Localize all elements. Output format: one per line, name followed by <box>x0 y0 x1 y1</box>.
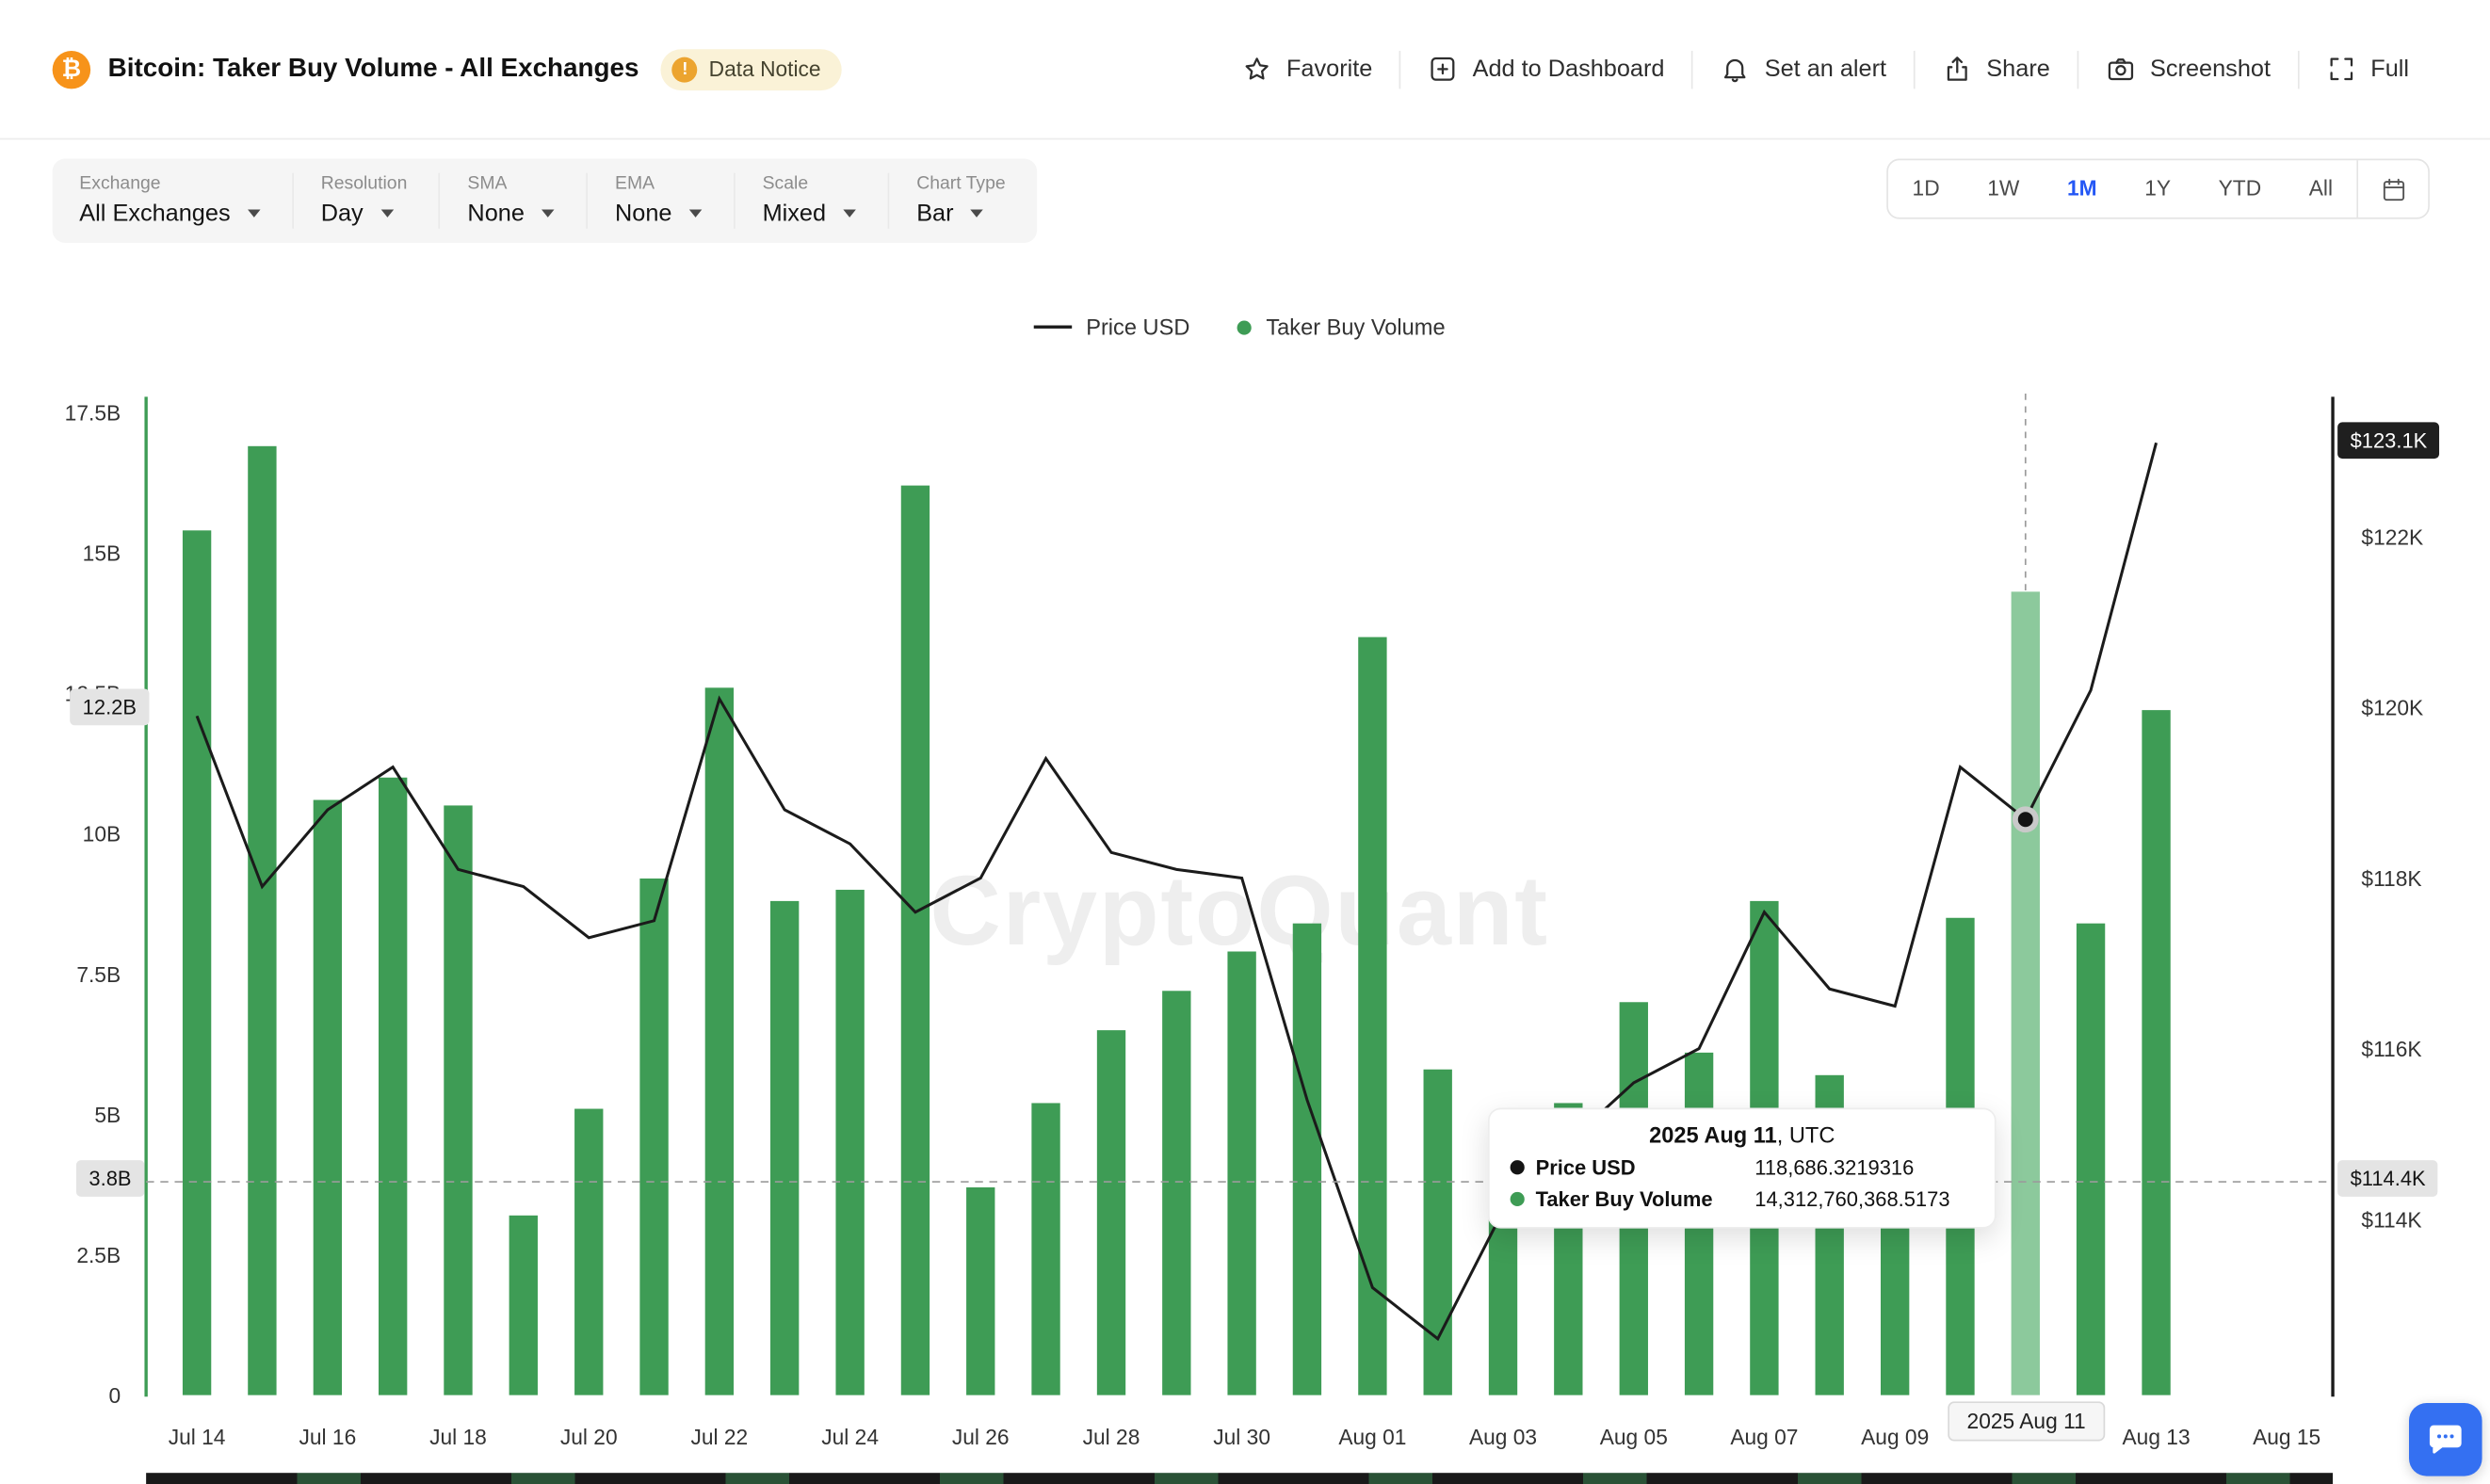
chat-icon <box>2427 1421 2465 1459</box>
highlighted-date-badge: 2025 Aug 11 <box>1948 1401 2105 1441</box>
tooltip-series-value: 118,686.3219316 <box>1754 1155 1914 1179</box>
x-axis-tick: Jul 18 <box>429 1425 487 1449</box>
left-axis-tick: 17.5B <box>65 401 121 426</box>
left-axis-tick: 15B <box>83 541 121 566</box>
tooltip-row-price: Price USD 118,686.3219316 <box>1511 1155 1974 1179</box>
volume-bar <box>835 890 864 1395</box>
x-axis-tick: Jul 30 <box>1213 1425 1270 1449</box>
right-axis-tick: $122K <box>2361 524 2423 549</box>
volume-bar <box>1097 1030 1125 1395</box>
volume-bar <box>901 486 930 1395</box>
left-axis-tick: 10B <box>83 822 121 847</box>
volume-bar <box>770 901 799 1395</box>
tooltip-row-volume: Taker Buy Volume 14,312,760,368.5173 <box>1511 1187 1974 1211</box>
x-axis-tick: Aug 01 <box>1338 1425 1406 1449</box>
x-axis-tick: Aug 07 <box>1730 1425 1798 1449</box>
chart-plot-area[interactable]: 02.5B5B7.5B10B12.5B15B17.5B$114K$116K$11… <box>0 0 2490 1484</box>
chart-page: ₿ Bitcoin: Taker Buy Volume - All Exchan… <box>0 0 2490 1484</box>
x-axis-tick: Aug 09 <box>1861 1425 1929 1449</box>
price-dot-icon <box>1511 1160 1525 1174</box>
chat-widget-button[interactable] <box>2409 1403 2482 1476</box>
left-axis-tick: 2.5B <box>76 1243 121 1267</box>
tooltip-date: 2025 Aug 11 <box>1649 1122 1777 1148</box>
timeline-navigator[interactable] <box>146 1473 2333 1484</box>
tooltip-series-name: Taker Buy Volume <box>1536 1187 1755 1211</box>
x-axis-tick: Aug 13 <box>2122 1425 2190 1449</box>
x-axis-tick: Jul 20 <box>560 1425 618 1449</box>
volume-dot-icon <box>1511 1192 1525 1206</box>
volume-bar <box>2077 924 2105 1395</box>
volume-bar <box>966 1187 994 1395</box>
tooltip-timezone: , UTC <box>1777 1122 1835 1148</box>
crosshair-price-badge: $114.4K <box>2337 1160 2438 1197</box>
right-axis-tick: $118K <box>2361 866 2421 891</box>
x-axis-tick: Jul 16 <box>299 1425 357 1449</box>
volume-bar <box>1358 637 1386 1395</box>
x-axis-tick: Aug 15 <box>2253 1425 2320 1449</box>
volume-bar <box>2142 710 2170 1395</box>
volume-bar <box>314 800 342 1395</box>
current-volume-badge: 12.2B <box>70 689 149 726</box>
x-axis-tick: Aug 03 <box>1469 1425 1537 1449</box>
right-axis-tick: $120K <box>2361 696 2423 720</box>
chart-tooltip: 2025 Aug 11, UTC Price USD 118,686.32193… <box>1488 1108 1997 1229</box>
left-axis-tick: 5B <box>94 1103 121 1127</box>
volume-bar <box>1293 924 1321 1395</box>
tooltip-title: 2025 Aug 11, UTC <box>1511 1122 1974 1148</box>
right-axis-tick: $114K <box>2361 1207 2421 1232</box>
tooltip-series-name: Price USD <box>1536 1155 1755 1179</box>
x-axis-tick: Jul 14 <box>169 1425 226 1449</box>
volume-bar <box>1031 1103 1059 1395</box>
volume-bar <box>1227 951 1255 1395</box>
volume-bar <box>248 446 276 1395</box>
current-price-badge: $123.1K <box>2337 422 2440 459</box>
left-axis-tick: 0 <box>108 1383 121 1408</box>
volume-bar <box>444 805 472 1395</box>
volume-bar <box>705 687 734 1395</box>
volume-bar <box>379 778 407 1395</box>
right-axis-tick: $116K <box>2361 1037 2421 1061</box>
x-axis-tick: Jul 22 <box>690 1425 748 1449</box>
volume-bar <box>639 879 668 1395</box>
price-marker <box>2015 809 2036 830</box>
tooltip-series-value: 14,312,760,368.5173 <box>1754 1187 1949 1211</box>
volume-bar <box>574 1109 603 1395</box>
left-axis-tick: 7.5B <box>76 962 121 987</box>
volume-bar <box>183 530 211 1395</box>
x-axis-tick: Jul 26 <box>952 1425 1010 1449</box>
volume-bar <box>509 1216 538 1395</box>
crosshair-volume-badge: 3.8B <box>76 1160 144 1197</box>
x-axis-tick: Jul 28 <box>1083 1425 1140 1449</box>
volume-bar <box>2012 591 2040 1395</box>
volume-bar <box>1424 1070 1452 1395</box>
x-axis-tick: Aug 05 <box>1600 1425 1668 1449</box>
x-axis-tick: Jul 24 <box>821 1425 879 1449</box>
volume-bar <box>1162 991 1190 1395</box>
